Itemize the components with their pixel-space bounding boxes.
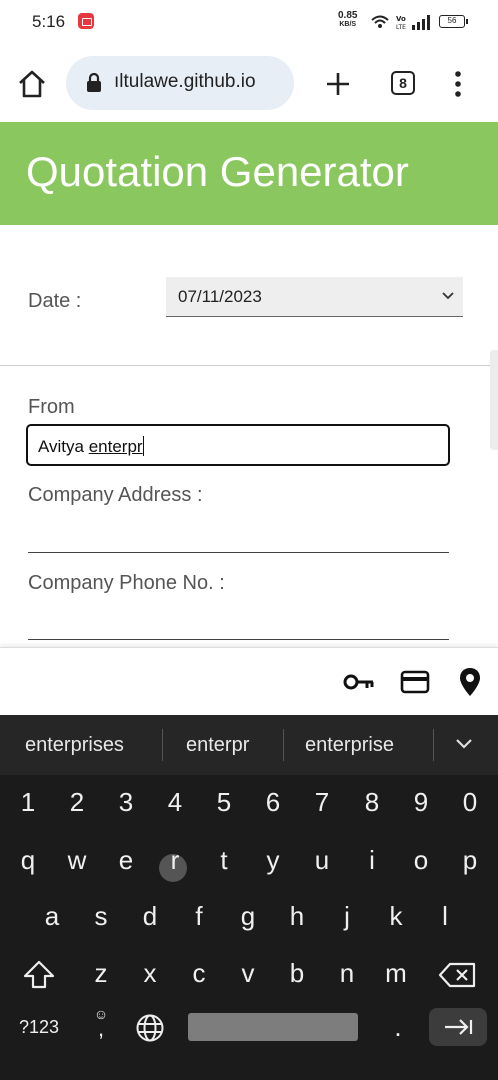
key-5[interactable]: 5	[204, 779, 244, 825]
key-x[interactable]: x	[130, 950, 170, 996]
lock-icon	[87, 73, 101, 92]
key-z[interactable]: z	[81, 950, 121, 996]
key-a[interactable]: a	[32, 893, 72, 939]
company-phone-label: Company Phone No. :	[28, 572, 225, 594]
from-value-composing: enterpr	[88, 437, 143, 456]
key-y[interactable]: y	[253, 837, 293, 883]
key-6[interactable]: 6	[253, 779, 293, 825]
key-j[interactable]: j	[327, 893, 367, 939]
next-key[interactable]	[429, 1008, 487, 1046]
more-menu-icon[interactable]	[448, 68, 468, 100]
date-input[interactable]: 07/11/2023	[166, 277, 463, 317]
backspace-icon[interactable]	[438, 961, 478, 989]
signal-icons: Vo LTE	[371, 15, 430, 31]
key-c[interactable]: c	[179, 950, 219, 996]
key-k[interactable]: k	[376, 893, 416, 939]
period-key[interactable]: .	[378, 1004, 418, 1050]
key-icon[interactable]	[343, 668, 375, 696]
key-i[interactable]: i	[352, 837, 392, 883]
status-bar: 5:16 0.85 KB/S Vo LTE 56	[0, 0, 498, 44]
symbols-key[interactable]: ?123	[10, 1004, 68, 1050]
suggestion-separator	[162, 729, 163, 761]
scroll-handle[interactable]	[490, 350, 498, 450]
home-icon[interactable]	[16, 68, 48, 100]
address-bar[interactable]: ıltulawe.github.io	[66, 56, 294, 110]
net-speed-value: 0.85	[338, 10, 358, 21]
suggestion-3[interactable]: enterprise	[305, 734, 394, 757]
key-s[interactable]: s	[81, 893, 121, 939]
from-input[interactable]: Avitya enterpr	[26, 424, 450, 466]
key-d[interactable]: d	[130, 893, 170, 939]
credit-card-icon[interactable]	[400, 668, 430, 696]
suggestion-strip: enterprises enterpr enterprise	[0, 715, 498, 775]
key-7[interactable]: 7	[302, 779, 342, 825]
key-1[interactable]: 1	[8, 779, 48, 825]
key-q[interactable]: q	[8, 837, 48, 883]
svg-text:LTE: LTE	[396, 24, 406, 31]
chevron-down-icon[interactable]	[455, 737, 473, 751]
date-value: 07/11/2023	[178, 287, 262, 306]
key-t[interactable]: t	[204, 837, 244, 883]
company-address-input[interactable]	[28, 552, 449, 553]
shift-icon[interactable]	[22, 959, 56, 991]
key-e[interactable]: e	[106, 837, 146, 883]
key-u[interactable]: u	[302, 837, 342, 883]
emoji-comma-key[interactable]: ☺ ,	[90, 1007, 112, 1047]
browser-toolbar: ıltulawe.github.io 8	[0, 44, 498, 122]
url-text: ıltulawe.github.io	[114, 71, 256, 92]
comma-label: ,	[97, 1016, 105, 1041]
date-label: Date :	[28, 290, 82, 312]
new-tab-icon[interactable]	[322, 68, 354, 100]
key-r[interactable]: r	[155, 837, 195, 883]
clock: 5:16	[32, 12, 66, 31]
key-h[interactable]: h	[277, 893, 317, 939]
key-9[interactable]: 9	[401, 779, 441, 825]
company-phone-input[interactable]	[28, 639, 449, 640]
key-3[interactable]: 3	[106, 779, 146, 825]
suggestion-1[interactable]: enterprises	[25, 734, 124, 757]
key-2[interactable]: 2	[57, 779, 97, 825]
from-value: Avitya enterpr	[38, 436, 145, 457]
tab-switcher-button[interactable]: 8	[391, 71, 415, 95]
key-0[interactable]: 0	[450, 779, 490, 825]
from-label: From	[28, 396, 75, 418]
key-l[interactable]: l	[425, 893, 465, 939]
globe-icon[interactable]	[135, 1013, 165, 1043]
location-pin-icon[interactable]	[458, 666, 482, 698]
space-key[interactable]	[188, 1013, 358, 1041]
tab-arrow-icon	[445, 1019, 473, 1035]
soft-keyboard: enterprises enterpr enterprise 1 2 3 4 5…	[0, 715, 498, 1080]
from-value-text: Avitya	[38, 437, 89, 456]
screen-record-icon	[78, 13, 94, 29]
key-g[interactable]: g	[228, 893, 268, 939]
text-caret	[142, 436, 145, 456]
autofill-bar	[0, 647, 498, 715]
company-address-label: Company Address :	[28, 484, 203, 506]
page-header: Quotation Generator	[0, 122, 498, 225]
key-w[interactable]: w	[57, 837, 97, 883]
svg-text:Vo: Vo	[396, 15, 406, 23]
key-b[interactable]: b	[277, 950, 317, 996]
section-divider	[0, 365, 498, 366]
key-v[interactable]: v	[228, 950, 268, 996]
key-m[interactable]: m	[376, 950, 416, 996]
key-8[interactable]: 8	[352, 779, 392, 825]
page-title: Quotation Generator	[26, 148, 409, 195]
key-f[interactable]: f	[179, 893, 219, 939]
battery-icon: 56	[439, 15, 468, 28]
suggestion-separator	[283, 729, 284, 761]
key-n[interactable]: n	[327, 950, 367, 996]
net-speed-unit: KB/S	[339, 21, 357, 28]
network-speed: 0.85 KB/S	[338, 11, 357, 29]
key-o[interactable]: o	[401, 837, 441, 883]
chevron-down-icon	[442, 292, 454, 300]
key-4[interactable]: 4	[155, 779, 195, 825]
suggestion-2[interactable]: enterpr	[186, 734, 249, 757]
suggestion-separator	[433, 729, 434, 761]
key-p[interactable]: p	[450, 837, 490, 883]
